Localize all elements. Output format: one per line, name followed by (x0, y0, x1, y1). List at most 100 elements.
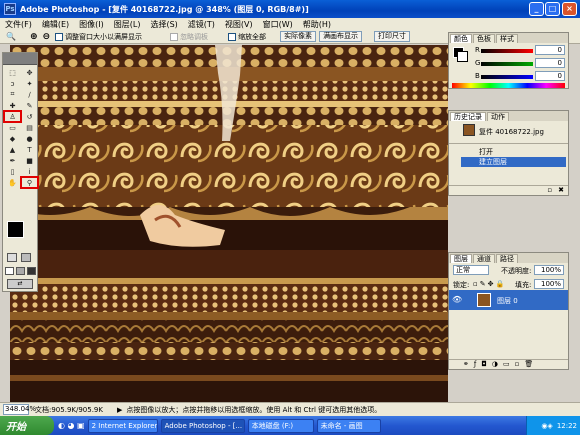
blur-tool-icon[interactable]: ◆ (4, 133, 21, 144)
status-arrow-icon[interactable]: ▶ (117, 406, 122, 414)
healing-brush-tool-icon[interactable]: ✚ (4, 100, 21, 111)
layer-mask-icon[interactable]: ◘ (481, 360, 487, 369)
screen-mode-full-menu-icon[interactable] (16, 267, 25, 275)
document-canvas[interactable] (10, 45, 448, 402)
standard-mode-icon[interactable] (7, 253, 17, 262)
snapshot-thumbnail (463, 124, 475, 136)
zoom-level-field[interactable]: 348.04% (3, 404, 36, 415)
color-spectrum-bar[interactable] (452, 83, 565, 88)
print-size-button[interactable]: 打印尺寸 (374, 31, 411, 42)
color-bg-swatch[interactable] (457, 51, 468, 62)
tray-icons[interactable]: ◉◈ (541, 422, 553, 430)
menu-select[interactable]: 选择(S) (145, 19, 182, 30)
crop-tool-icon[interactable]: ⌗ (4, 89, 21, 100)
fill-label: 填充: (515, 281, 532, 289)
snapshot-label[interactable]: 复件 40168722.jpg (479, 127, 544, 137)
slice-tool-icon[interactable]: ∕ (21, 89, 38, 100)
type-tool-icon[interactable]: T (21, 144, 38, 155)
adjustment-layer-icon[interactable]: ◑ (492, 360, 498, 369)
move-tool-icon[interactable]: ✥ (21, 67, 38, 78)
menu-window[interactable]: 窗口(W) (258, 19, 298, 30)
history-delete-icon[interactable]: ✖ (558, 186, 564, 195)
actual-pixels-button[interactable]: 实际像素 (280, 31, 317, 42)
taskbar-item-ie[interactable]: 2 Internet Explorer (87, 418, 158, 433)
menu-image[interactable]: 图像(I) (74, 19, 109, 30)
start-button[interactable]: 开始 (0, 416, 54, 435)
quick-mask-icon[interactable] (21, 253, 31, 262)
tab-layers[interactable]: 图层 (450, 254, 472, 263)
green-value-input[interactable]: 0 (535, 58, 565, 68)
history-brush-tool-icon[interactable]: ↺ (21, 111, 38, 122)
magic-wand-tool-icon[interactable]: ✦ (21, 78, 38, 89)
path-selection-tool-icon[interactable]: ▲ (4, 144, 21, 155)
doc-size-label[interactable]: 文档:905.9K/905.9K (35, 405, 103, 415)
red-slider[interactable] (481, 49, 533, 53)
eraser-tool-icon[interactable]: ▭ (4, 122, 21, 133)
color-panel: 颜色 色板 样式 R 0 G 0 B 0 (448, 32, 569, 89)
taskbar-item-drive[interactable]: 本地磁盘 (F:) (247, 418, 314, 433)
menu-file[interactable]: 文件(F) (0, 19, 37, 30)
minimize-button[interactable]: _ (529, 2, 544, 16)
opacity-input[interactable]: 100% (534, 265, 564, 275)
zoom-tool-icon[interactable]: ⚲ (20, 176, 39, 189)
foreground-color-swatch[interactable] (7, 221, 24, 238)
dodge-tool-icon[interactable]: ● (21, 133, 38, 144)
brush-tool-icon[interactable]: ✎ (21, 100, 38, 111)
quicklaunch-icons[interactable]: ◐ ◕ ▣ (58, 421, 85, 430)
fit-screen-button[interactable]: 满画布显示 (319, 31, 363, 42)
layer-row[interactable]: 👁 图层 0 (449, 290, 568, 310)
eyedropper-tool-icon[interactable]: ⅰ (21, 166, 38, 177)
menu-filter[interactable]: 滤镜(T) (183, 19, 220, 30)
zoom-all-checkbox[interactable] (228, 32, 237, 41)
tool-grid: ⬚ ✥ ↄ ✦ ⌗ ∕ ✚ ✎ ♙ ↺ ▭ ▤ ◆ ● ▲ T ✒ ■ ▯ ⅰ … (3, 67, 39, 189)
menu-help[interactable]: 帮助(H) (298, 19, 336, 30)
tab-actions[interactable]: 动作 (487, 112, 509, 121)
tab-paths[interactable]: 路径 (496, 254, 518, 263)
notes-tool-icon[interactable]: ▯ (4, 166, 21, 177)
pen-tool-icon[interactable]: ✒ (4, 155, 21, 166)
zoom-tool-preset-icon[interactable]: 🔍 (6, 32, 16, 41)
history-item-new-layer[interactable]: 建立图层 (461, 157, 566, 167)
clone-stamp-tool-icon[interactable]: ♙ (3, 110, 22, 123)
jump-to-imageready-icon[interactable]: ⇄ (7, 279, 33, 289)
tab-color[interactable]: 颜色 (450, 34, 472, 43)
ignore-palettes-checkbox[interactable] (170, 32, 179, 41)
tab-history[interactable]: 历史记录 (450, 112, 486, 121)
menu-edit[interactable]: 编辑(E) (37, 19, 74, 30)
new-snapshot-icon[interactable]: ▫ (547, 186, 552, 195)
blue-value-input[interactable]: 0 (535, 71, 565, 81)
screen-mode-standard-icon[interactable] (5, 267, 14, 275)
red-value-input[interactable]: 0 (535, 45, 565, 55)
blue-slider[interactable] (481, 75, 533, 79)
gradient-tool-icon[interactable]: ▤ (21, 122, 38, 133)
new-group-icon[interactable]: ▭ (503, 360, 510, 369)
maximize-button[interactable]: □ (545, 2, 560, 16)
lock-icons[interactable]: ▫✎✥🔒 (473, 280, 506, 288)
history-item-open[interactable]: 打开 (461, 147, 566, 157)
layer-style-icon[interactable]: ƒ (474, 360, 476, 369)
lasso-tool-icon[interactable]: ↄ (4, 78, 21, 89)
tab-styles[interactable]: 样式 (496, 34, 518, 43)
tab-swatches[interactable]: 色板 (473, 34, 495, 43)
fill-input[interactable]: 100% (534, 279, 564, 289)
zoom-in-icon[interactable]: ⊕ (30, 32, 38, 42)
new-layer-icon[interactable]: ▫ (515, 360, 520, 369)
tab-channels[interactable]: 通道 (473, 254, 495, 263)
taskbar-item-paint[interactable]: 未命名 - 画图 (316, 418, 381, 433)
marquee-tool-icon[interactable]: ⬚ (4, 67, 21, 78)
resize-window-checkbox[interactable] (55, 32, 64, 41)
screen-mode-full-icon[interactable] (27, 267, 36, 275)
hand-tool-icon[interactable]: ✋ (4, 177, 21, 188)
green-slider[interactable] (481, 62, 533, 66)
link-layers-icon[interactable]: ⚭ (463, 360, 469, 369)
layer-visibility-eye-icon[interactable]: 👁 (452, 295, 462, 304)
menu-layer[interactable]: 图层(L) (109, 19, 146, 30)
zoom-out-icon[interactable]: ⊖ (43, 32, 51, 42)
delete-layer-icon[interactable]: 🗑 (524, 360, 533, 369)
shape-tool-icon[interactable]: ■ (21, 155, 38, 166)
title-bar: Ps Adobe Photoshop - [复件 40168722.jpg @ … (0, 0, 580, 18)
menu-view[interactable]: 视图(V) (220, 19, 258, 30)
blend-mode-select[interactable]: 正常 (453, 265, 489, 275)
close-button[interactable]: × (562, 2, 577, 16)
taskbar-item-photoshop[interactable]: Adobe Photoshop - [... (160, 418, 245, 433)
